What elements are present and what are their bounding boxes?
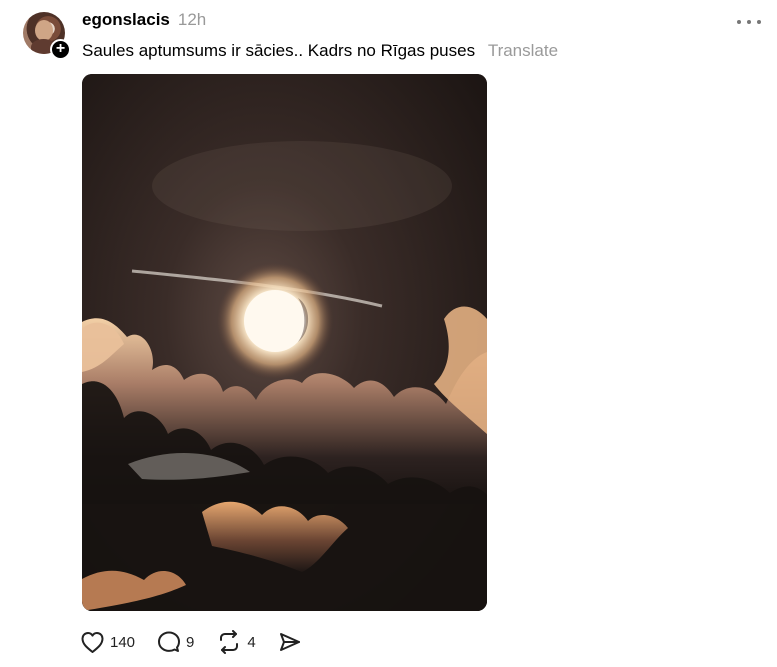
caption-row: Saules aptumsums ir sācies.. Kadrs no Rī…: [82, 40, 558, 62]
more-dot-icon: [747, 20, 751, 24]
send-icon: [279, 633, 300, 651]
repost-count: 4: [247, 633, 256, 651]
haze-cloud: [152, 141, 452, 231]
like-count: 140: [110, 633, 136, 651]
translate-link[interactable]: Translate: [488, 41, 558, 60]
username[interactable]: egonslacis: [82, 10, 170, 30]
comment-button[interactable]: 9: [157, 630, 194, 654]
post-timestamp[interactable]: 12h: [178, 10, 206, 30]
more-dot-icon: [757, 20, 761, 24]
follow-plus-icon[interactable]: +: [50, 39, 71, 60]
post-photo[interactable]: [82, 74, 487, 611]
post-header: egonslacis 12h: [82, 10, 206, 32]
post-caption: Saules aptumsums ir sācies.. Kadrs no Rī…: [82, 41, 476, 60]
more-dot-icon: [737, 20, 741, 24]
more-options-button[interactable]: [737, 14, 761, 30]
post-actions: 140 9 4: [80, 627, 302, 657]
post-card: + egonslacis 12h Saules aptumsums ir sāc…: [0, 0, 777, 667]
avatar-container[interactable]: +: [23, 12, 71, 60]
like-button[interactable]: 140: [80, 631, 135, 654]
comment-count: 9: [186, 633, 195, 651]
repost-icon: [220, 630, 239, 654]
share-button[interactable]: [278, 630, 302, 654]
solar-eclipse-photo: [82, 74, 487, 611]
repost-button[interactable]: 4: [216, 630, 256, 654]
comment-icon: [158, 631, 181, 652]
heart-icon: [81, 631, 104, 653]
sun-eclipse: [244, 290, 306, 352]
